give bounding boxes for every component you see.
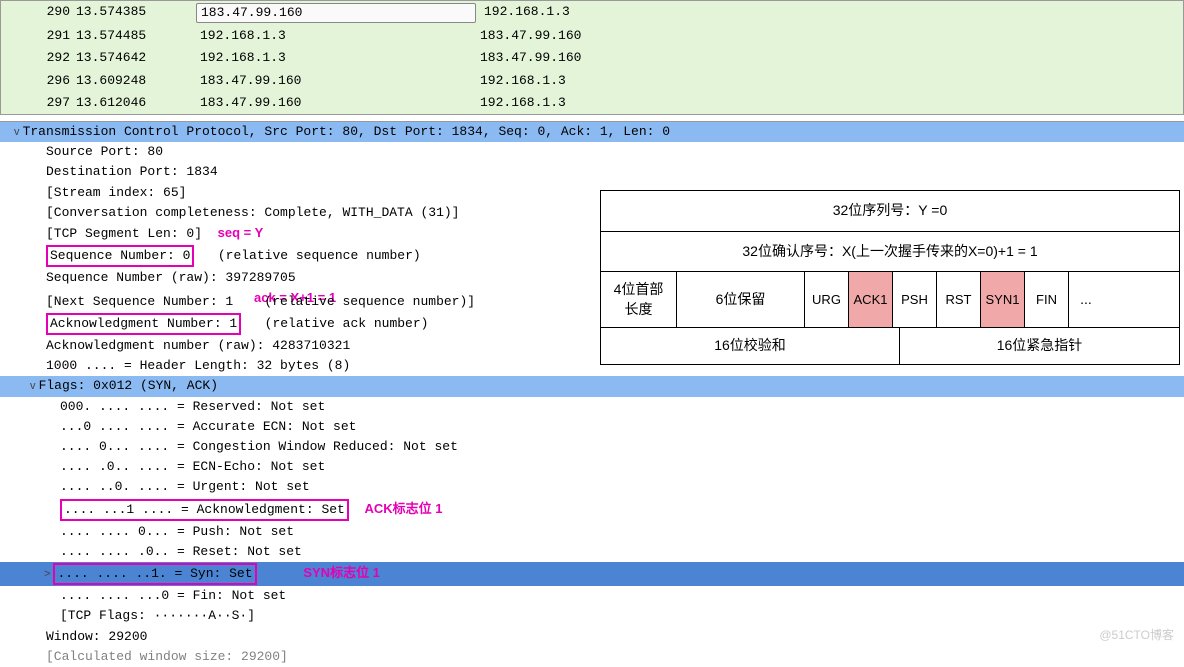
diag-dots: ... [1069, 272, 1103, 327]
ack-flag-annotation: ACK标志位 1 [364, 501, 442, 516]
syn-flag-annotation: SYN标志位 1 [303, 565, 380, 580]
ack-box: Acknowledgment Number: 1 [46, 313, 241, 335]
packet-row[interactable]: 290 13.574385 183.47.99.160 192.168.1.3 [1, 1, 1183, 25]
diag-checksum: 16位校验和 [601, 328, 900, 364]
flag-ack[interactable]: .... ...1 .... = Acknowledgment: Set ACK… [0, 498, 1184, 522]
diag-rst: RST [937, 272, 981, 327]
diag-urgent-ptr: 16位紧急指针 [900, 328, 1179, 364]
packet-row[interactable]: 296 13.609248 183.47.99.160 192.168.1.3 [1, 70, 1183, 92]
dst-port[interactable]: Destination Port: 1834 [0, 162, 1184, 182]
packet-no: 290 [1, 3, 76, 23]
diag-urg: URG [805, 272, 849, 327]
flag-reserved[interactable]: 000. .... .... = Reserved: Not set [0, 397, 1184, 417]
watermark: @51CTO博客 [1099, 627, 1174, 644]
flag-ece[interactable]: .... .0.. .... = ECN-Echo: Not set [0, 457, 1184, 477]
flag-cwr[interactable]: .... 0... .... = Congestion Window Reduc… [0, 437, 1184, 457]
packet-row[interactable]: 292 13.574642 192.168.1.3 183.47.99.160 [1, 47, 1183, 69]
flag-urgent[interactable]: .... ..0. .... = Urgent: Not set [0, 477, 1184, 497]
packet-row[interactable]: 297 13.612046 183.47.99.160 192.168.1.3 [1, 92, 1183, 114]
packet-src: 183.47.99.160 [196, 3, 476, 23]
tcp-header-diagram: 32位序列号：Y =0 32位确认序号：X(上一次握手传来的X=0)+1 = 1… [600, 190, 1180, 365]
packet-dst: 192.168.1.3 [480, 3, 760, 23]
diag-seq: 32位序列号：Y =0 [601, 191, 1179, 231]
packet-time: 13.574385 [76, 3, 196, 23]
diag-header-len: 4位首部 长度 [601, 272, 677, 327]
src-port[interactable]: Source Port: 80 [0, 142, 1184, 162]
packet-list[interactable]: 290 13.574385 183.47.99.160 192.168.1.3 … [0, 0, 1184, 115]
tcp-flags-summary[interactable]: [TCP Flags: ·······A··S·] [0, 606, 1184, 626]
flag-syn-row[interactable]: .... .... ..1. = Syn: Set SYN标志位 1 [0, 562, 1184, 586]
ack-flag-box: .... ...1 .... = Acknowledgment: Set [60, 499, 349, 521]
flag-push[interactable]: .... .... 0... = Push: Not set [0, 522, 1184, 542]
flag-reset[interactable]: .... .... .0.. = Reset: Not set [0, 542, 1184, 562]
seq-box: Sequence Number: 0 [46, 245, 194, 267]
chevron-right-icon [44, 566, 53, 581]
diag-syn-flag: SYN1 [981, 272, 1025, 327]
tcp-header-line[interactable]: Transmission Control Protocol, Src Port:… [0, 122, 1184, 142]
flag-fin[interactable]: .... .... ...0 = Fin: Not set [0, 586, 1184, 606]
packet-row[interactable]: 291 13.574485 192.168.1.3 183.47.99.160 [1, 25, 1183, 47]
window[interactable]: Window: 29200 [0, 627, 1184, 647]
syn-flag-box: .... .... ..1. = Syn: Set [53, 563, 256, 585]
flags-header[interactable]: Flags: 0x012 (SYN, ACK) [0, 376, 1184, 396]
diag-reserved: 6位保留 [677, 272, 805, 327]
diag-psh: PSH [893, 272, 937, 327]
flag-accurate-ecn[interactable]: ...0 .... .... = Accurate ECN: Not set [0, 417, 1184, 437]
diag-fin: FIN [1025, 272, 1069, 327]
diag-ack: 32位确认序号：X(上一次握手传来的X=0)+1 = 1 [601, 232, 1179, 272]
seq-y-annotation: seq = Y [218, 225, 264, 240]
diag-ack-flag: ACK1 [849, 272, 893, 327]
